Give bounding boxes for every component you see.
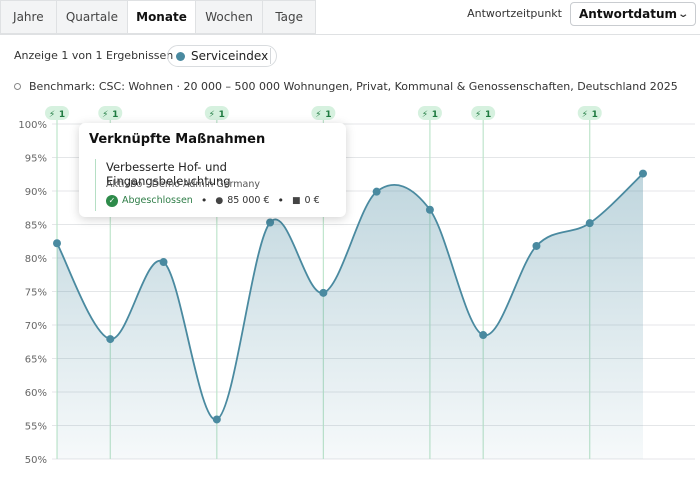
tab-monate[interactable]: Monate bbox=[128, 1, 196, 33]
measure-count: 1 bbox=[219, 110, 225, 120]
tab-quartale[interactable]: Quartale bbox=[57, 1, 129, 33]
measure-details: ✓ Abgeschlossen • ● 85 000 € • ■ 0 € bbox=[106, 194, 320, 207]
tab-wochen[interactable]: Wochen bbox=[196, 1, 264, 33]
data-point bbox=[53, 239, 61, 248]
tooltip-accent-bar bbox=[95, 159, 96, 211]
lightning-icon: ⚡ bbox=[102, 110, 108, 120]
lightning-icon: ⚡ bbox=[209, 110, 215, 120]
measure-badge[interactable]: ⚡ 1 bbox=[98, 106, 123, 120]
measure-badge[interactable]: ⚡ 1 bbox=[471, 106, 496, 120]
data-point bbox=[319, 288, 328, 297]
measure-badge[interactable]: ⚡ 1 bbox=[417, 106, 442, 120]
measure-status: Abgeschlossen bbox=[122, 195, 193, 206]
panel-divider bbox=[0, 34, 700, 35]
y-tick-label: 55% bbox=[25, 422, 47, 433]
measure-badge[interactable]: ⚡ 1 bbox=[204, 106, 229, 120]
chevron-down-icon: ⌄ bbox=[676, 8, 689, 20]
data-point bbox=[159, 258, 168, 267]
benchmark-toggle[interactable]: Benchmark: CSC: Wohnen · 20 000 – 500 00… bbox=[14, 80, 678, 93]
data-point bbox=[212, 415, 221, 424]
series-dot-icon bbox=[176, 51, 185, 61]
data-point bbox=[106, 335, 115, 344]
separator-dot: • bbox=[277, 194, 285, 207]
measure-cost: 85 000 € bbox=[227, 195, 270, 206]
lightning-icon: ⚡ bbox=[49, 110, 55, 120]
radio-icon bbox=[14, 83, 21, 90]
y-tick-label: 70% bbox=[25, 321, 47, 332]
y-tick-label: 90% bbox=[25, 187, 47, 198]
data-point bbox=[585, 219, 594, 228]
legend-series-chip[interactable]: Serviceindex bbox=[167, 45, 278, 67]
tab-jahre[interactable]: Jahre bbox=[1, 1, 57, 33]
lightning-icon: ⚡ bbox=[475, 110, 481, 120]
y-tick-label: 60% bbox=[25, 388, 47, 399]
response-time-label: Antwortzeitpunkt bbox=[467, 7, 562, 20]
y-tick-label: 75% bbox=[25, 288, 47, 299]
lightning-icon: ⚡ bbox=[422, 110, 428, 120]
data-point bbox=[639, 169, 647, 178]
wallet-icon: ■ bbox=[292, 195, 301, 206]
lightning-icon: ⚡ bbox=[315, 110, 321, 120]
check-circle-icon: ✓ bbox=[106, 194, 118, 207]
legend-series-label: Serviceindex bbox=[191, 49, 269, 63]
benchmark-label: Benchmark: CSC: Wohnen · 20 000 – 500 00… bbox=[29, 80, 678, 93]
response-time-select[interactable]: Antwortdatum ⌄ bbox=[570, 2, 696, 26]
measure-count: 1 bbox=[432, 110, 438, 120]
response-time-value: Antwortdatum bbox=[579, 7, 678, 21]
tooltip-title: Verknüpfte Maßnahmen bbox=[89, 132, 266, 147]
y-tick-label: 50% bbox=[25, 455, 47, 466]
measure-count: 1 bbox=[325, 110, 331, 120]
measure-count: 1 bbox=[112, 110, 118, 120]
data-point bbox=[479, 331, 488, 340]
y-tick-label: 80% bbox=[25, 254, 47, 265]
tab-tage[interactable]: Tage bbox=[263, 1, 315, 33]
data-point bbox=[425, 205, 434, 214]
y-tick-label: 85% bbox=[25, 221, 47, 232]
measure-count: 1 bbox=[59, 110, 65, 120]
measure-organization: AktivBo - Demo Admin Germany bbox=[106, 179, 260, 190]
coins-icon: ● bbox=[215, 195, 224, 206]
data-point bbox=[266, 218, 275, 227]
separator-dot: • bbox=[200, 194, 208, 207]
legend-divider bbox=[270, 48, 271, 64]
measure-badge[interactable]: ⚡ 1 bbox=[311, 106, 336, 120]
y-tick-label: 95% bbox=[25, 154, 47, 165]
y-tick-label: 100% bbox=[18, 120, 47, 131]
measure-badge[interactable]: ⚡ 1 bbox=[577, 106, 602, 120]
measure-badge[interactable]: ⚡ 1 bbox=[45, 106, 69, 120]
data-point bbox=[372, 187, 381, 196]
measure-count: 1 bbox=[592, 110, 598, 120]
linked-measures-tooltip: Verknüpfte Maßnahmen Verbesserte Hof- un… bbox=[79, 123, 346, 217]
lightning-icon: ⚡ bbox=[582, 110, 588, 120]
period-tabs: Jahre Quartale Monate Wochen Tage bbox=[0, 0, 316, 34]
results-count: Anzeige 1 von 1 Ergebnissen bbox=[14, 49, 174, 62]
data-point bbox=[532, 241, 541, 250]
measure-count: 1 bbox=[485, 110, 491, 120]
y-tick-label: 65% bbox=[25, 355, 47, 366]
measure-budget: 0 € bbox=[304, 195, 320, 206]
